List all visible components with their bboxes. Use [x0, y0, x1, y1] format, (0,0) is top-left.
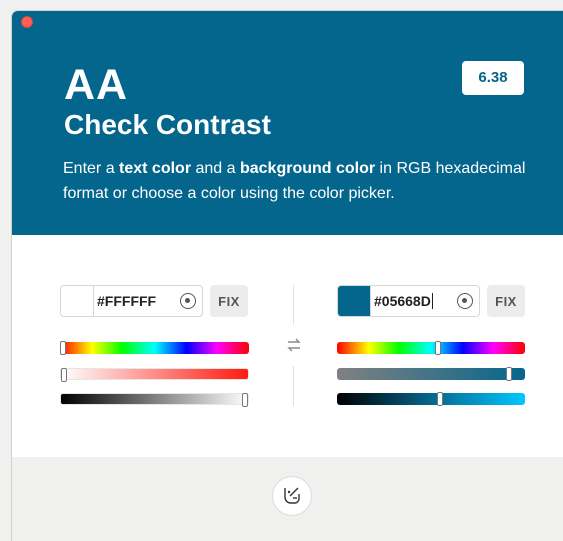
text-saturation-slider-thumb[interactable]: [61, 368, 67, 382]
eyedropper-target-icon[interactable]: [180, 293, 196, 309]
swap-arrows-icon[interactable]: [284, 338, 304, 354]
background-saturation-slider-thumb[interactable]: [506, 367, 512, 381]
background-color-hex-input[interactable]: #05668D: [374, 293, 433, 309]
background-lightness-slider-thumb[interactable]: [437, 392, 443, 406]
divider-top: [293, 285, 294, 325]
background-color-field[interactable]: #05668D: [337, 285, 480, 317]
page-title: Check Contrast: [64, 109, 271, 140]
header: AA Check Contrast Enter a text color and…: [12, 11, 563, 235]
close-window-button[interactable]: [21, 16, 33, 28]
background-color-fix-button[interactable]: FIX: [487, 285, 525, 317]
text-color-hex-input[interactable]: #FFFFFF: [97, 293, 156, 309]
text-lightness-slider[interactable]: [60, 393, 249, 407]
description: Enter a text color and a background colo…: [63, 160, 526, 202]
app-window: AA Check Contrast Enter a text color and…: [12, 11, 563, 541]
text-color-fix-button[interactable]: FIX: [210, 285, 248, 317]
eyedropper-target-icon[interactable]: [457, 293, 473, 309]
palette-hand-button[interactable]: [272, 476, 312, 516]
background-lightness-slider[interactable]: [337, 392, 525, 406]
contrast-ratio-badge: 6.38: [462, 61, 524, 95]
text-hue-slider-thumb[interactable]: [60, 341, 66, 355]
text-saturation-slider[interactable]: [60, 368, 249, 382]
text-lightness-slider-thumb[interactable]: [242, 393, 248, 407]
background-color-swatch[interactable]: [338, 286, 371, 316]
text-cursor: [431, 293, 433, 309]
background-hue-slider[interactable]: [337, 341, 525, 355]
palette-hand-icon: [284, 487, 300, 504]
wcag-rating: AA: [64, 61, 129, 109]
divider-bottom: [293, 366, 294, 406]
text-hue-slider[interactable]: [60, 341, 249, 355]
text-color-field[interactable]: #FFFFFF: [60, 285, 203, 317]
background-saturation-slider[interactable]: [337, 367, 525, 381]
text-color-swatch[interactable]: [61, 286, 94, 316]
background-hue-slider-thumb[interactable]: [435, 341, 441, 355]
